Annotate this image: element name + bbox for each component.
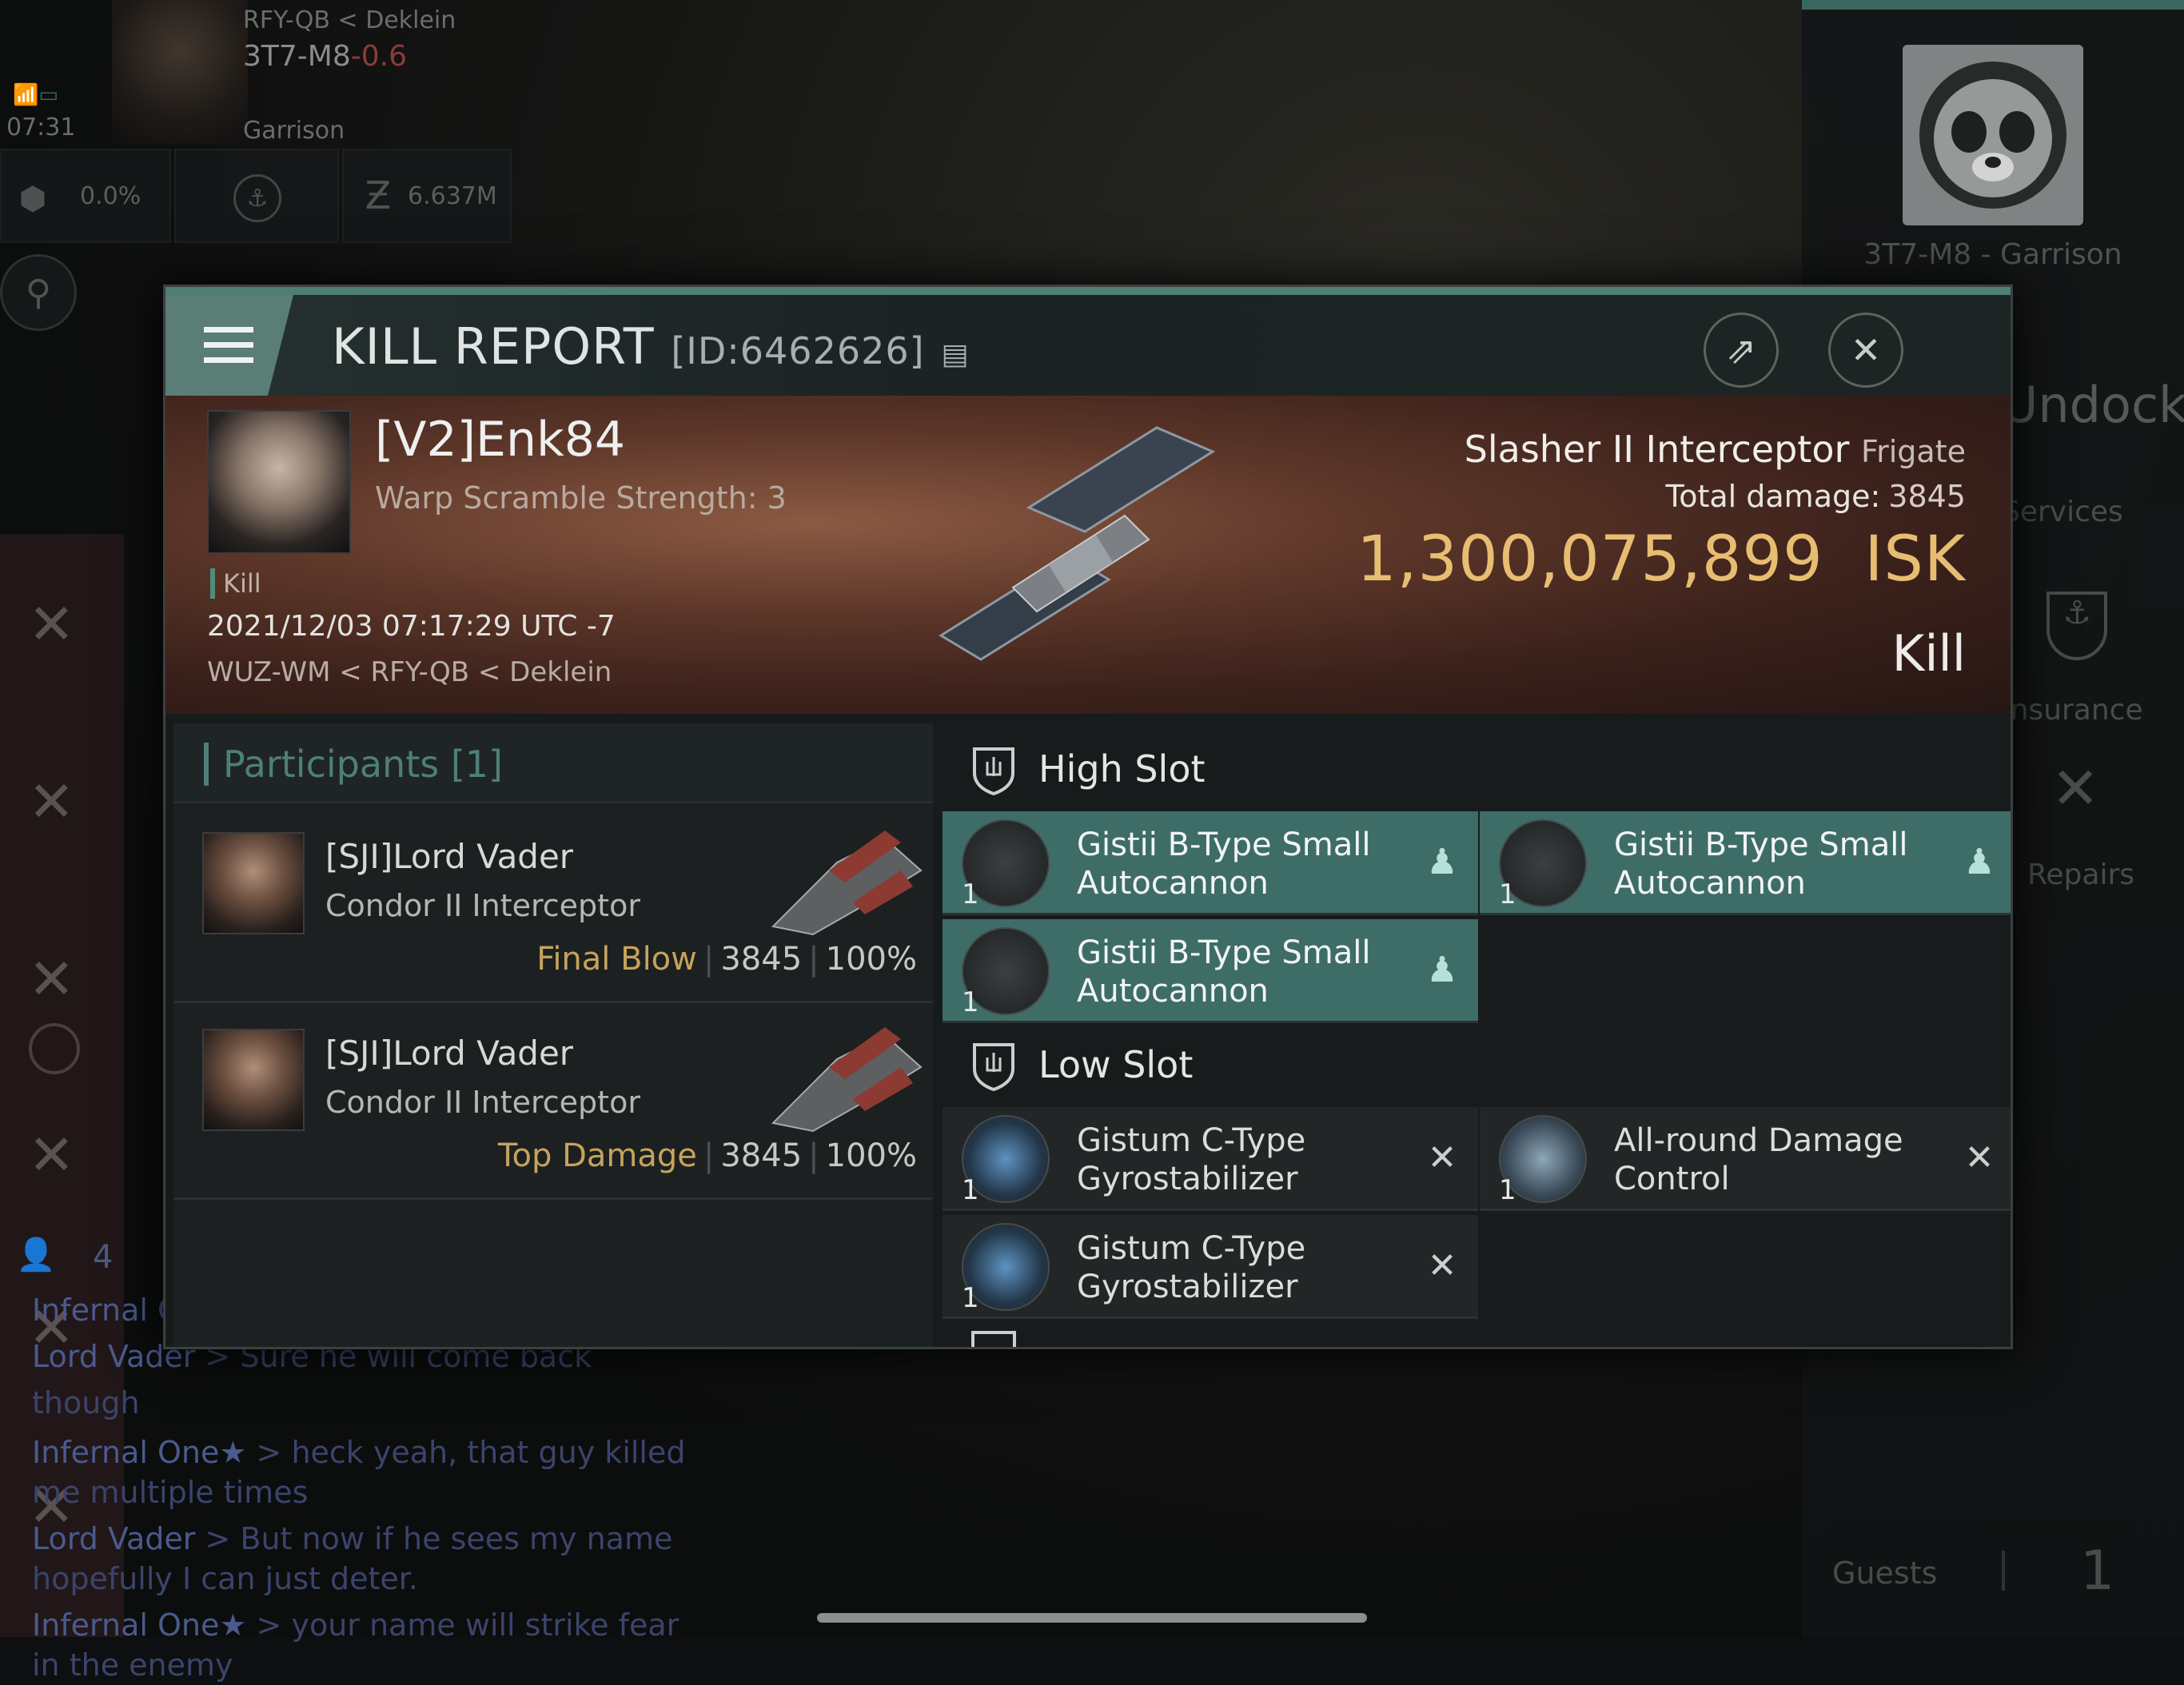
participants-header[interactable]: Participants [1] bbox=[173, 723, 933, 803]
cargo-icon: ⬢ bbox=[13, 179, 53, 219]
close-icon[interactable]: ✕ bbox=[28, 946, 75, 1012]
kill-datetime: 2021/12/03 07:17:29 UTC -7 bbox=[207, 610, 616, 643]
wifi-battery-icon: 📶▭ bbox=[13, 83, 85, 107]
participant-name: [SJI]Lord Vader bbox=[325, 1034, 573, 1073]
kill-location[interactable]: WUZ-WM < RFY-QB < Deklein bbox=[207, 656, 612, 688]
low-slot-icon bbox=[971, 1042, 1016, 1091]
copy-icon[interactable]: ▤ bbox=[941, 338, 969, 371]
close-icon[interactable]: ✕ bbox=[28, 1122, 75, 1188]
hud-system[interactable]: 3T7-M8-0.6 bbox=[243, 40, 407, 73]
participant-row[interactable]: [SJI]Lord Vader Condor II Interceptor To… bbox=[173, 1003, 933, 1200]
destroyed-icon: ✕ bbox=[1424, 1139, 1461, 1176]
participants-panel: Participants [1] [SJI]Lord Vader Condor … bbox=[173, 723, 933, 1347]
participant-ship-image bbox=[765, 815, 925, 942]
services-label: Services bbox=[2002, 496, 2123, 528]
chat-member-icon: 👤 bbox=[16, 1236, 56, 1273]
pilot-icon: ♟ bbox=[1424, 843, 1461, 880]
chat-line: Infernal One★ > your name will strike fe… bbox=[32, 1605, 703, 1685]
hud-time: 07:31 bbox=[6, 114, 75, 141]
target-icon[interactable] bbox=[29, 1023, 80, 1074]
menu-button[interactable] bbox=[165, 295, 293, 396]
hud-location-path: RFY-QB < Deklein bbox=[243, 6, 456, 34]
participant-row[interactable]: [SJI]Lord Vader Condor II Interceptor Fi… bbox=[173, 807, 933, 1003]
chat-line: Lord Vader > But now if he sees my name … bbox=[32, 1519, 687, 1599]
undock-button[interactable]: Undock bbox=[2002, 376, 2184, 434]
kill-report-header: KILL REPORT [ID:6462626] ▤ ⇗ ✕ bbox=[165, 287, 2011, 396]
participant-portrait[interactable] bbox=[202, 832, 305, 934]
total-damage: Total damage:3845 bbox=[1665, 479, 1966, 514]
kill-report-title: KILL REPORT [ID:6462626] ▤ bbox=[332, 317, 969, 376]
victim-subtitle: Warp Scramble Strength: 3 bbox=[375, 480, 787, 516]
participant-stats: Top Damage|3845|100% bbox=[498, 1137, 917, 1174]
fleet-icon: ⚓ bbox=[233, 174, 281, 222]
hud-system-name: 3T7-M8 bbox=[243, 40, 351, 73]
kill-report-window: KILL REPORT [ID:6462626] ▤ ⇗ ✕ [V2]Enk84… bbox=[163, 285, 2013, 1349]
low-slot-item[interactable]: 1 Gistum C-Type Gyrostabilizer ✕ bbox=[943, 1215, 1478, 1319]
hud-structure: Garrison bbox=[243, 117, 345, 145]
destroyed-icon: ✕ bbox=[1961, 1139, 1998, 1176]
hud-security: -0.6 bbox=[351, 40, 407, 73]
isk-icon: Ƶ bbox=[358, 176, 398, 216]
guests-count: 1 bbox=[2080, 1540, 2114, 1603]
hamburger-icon bbox=[204, 327, 253, 364]
isk-value: 1,300,075,899 ISK bbox=[1357, 524, 1966, 596]
cargo-widget[interactable]: ⬢ 0.0% bbox=[0, 149, 171, 243]
participant-portrait[interactable] bbox=[202, 1029, 305, 1131]
destroyed-icon: ✕ bbox=[1424, 1247, 1461, 1284]
close-button[interactable]: ✕ bbox=[1828, 313, 1903, 388]
chat-member-count: 4 bbox=[93, 1239, 113, 1276]
fleet-widget[interactable]: ⚓ bbox=[174, 149, 339, 243]
home-indicator[interactable] bbox=[817, 1613, 1367, 1623]
pilot-icon: ♟ bbox=[1424, 951, 1461, 988]
high-slot-icon bbox=[971, 746, 1016, 795]
high-slot-item[interactable]: 1 Gistii B-Type Small Autocannon ♟ bbox=[943, 811, 1478, 915]
participant-stats: Final Blow|3845|100% bbox=[536, 941, 917, 978]
fitting-slots: High Slot 1 Gistii B-Type Small Autocann… bbox=[939, 723, 2011, 1347]
share-icon: ⇗ bbox=[1726, 329, 1757, 372]
participant-ship: Condor II Interceptor bbox=[325, 888, 640, 923]
chat-line: Infernal One★ > heck yeah, that guy kill… bbox=[32, 1432, 687, 1512]
kill-report-id: [ID:6462626] bbox=[671, 329, 924, 372]
share-button[interactable]: ⇗ bbox=[1704, 313, 1779, 388]
location-pin-icon[interactable]: ⚲ bbox=[0, 254, 77, 331]
participant-ship-image bbox=[765, 1011, 925, 1139]
repairs-icon: ✕ bbox=[2051, 755, 2099, 822]
insurance-button[interactable]: Insurance bbox=[2002, 694, 2143, 727]
low-slot-item[interactable]: 1 All-round Damage Control ✕ bbox=[1480, 1107, 2011, 1211]
insurance-icon[interactable]: ⚓ bbox=[2047, 592, 2107, 660]
close-icon[interactable]: ✕ bbox=[28, 769, 75, 835]
wallet-amount: 6.637M bbox=[408, 182, 497, 210]
corporation-logo bbox=[1903, 45, 2083, 225]
guests-label[interactable]: Guests bbox=[1832, 1556, 1937, 1591]
wallet-widget[interactable]: Ƶ 6.637M bbox=[342, 149, 512, 243]
station-name: 3T7-M8 - Garrison bbox=[1802, 238, 2184, 271]
victim-ship-image bbox=[909, 420, 1261, 691]
high-slot-item[interactable]: 1 Gistii B-Type Small Autocannon ♟ bbox=[943, 919, 1478, 1023]
participant-name: [SJI]Lord Vader bbox=[325, 837, 573, 876]
participant-ship: Condor II Interceptor bbox=[325, 1085, 640, 1120]
cargo-percent: 0.0% bbox=[80, 182, 141, 210]
victim-portrait[interactable] bbox=[207, 410, 351, 554]
high-slot-header: High Slot bbox=[939, 723, 2011, 813]
high-slot-item[interactable]: 1 Gistii B-Type Small Autocannon ♟ bbox=[1480, 811, 2011, 915]
victim-name[interactable]: [V2]Enk84 bbox=[375, 412, 625, 468]
close-icon[interactable]: ✕ bbox=[28, 592, 75, 657]
mid-slot-icon bbox=[971, 1331, 1016, 1347]
victim-banner: [V2]Enk84 Warp Scramble Strength: 3 Kill… bbox=[165, 396, 2011, 714]
low-slot-item[interactable]: 1 Gistum C-Type Gyrostabilizer ✕ bbox=[943, 1107, 1478, 1211]
pilot-icon: ♟ bbox=[1961, 843, 1998, 880]
repairs-button[interactable]: Repairs bbox=[2027, 858, 2134, 891]
kill-tag: Kill bbox=[210, 568, 261, 599]
close-icon: ✕ bbox=[1851, 329, 1882, 372]
pilot-avatar[interactable] bbox=[112, 0, 248, 144]
low-slot-header: Low Slot bbox=[939, 1019, 2011, 1109]
kill-result: Kill bbox=[1892, 624, 1966, 683]
victim-ship[interactable]: Slasher II Interceptor Frigate bbox=[1465, 428, 1966, 471]
